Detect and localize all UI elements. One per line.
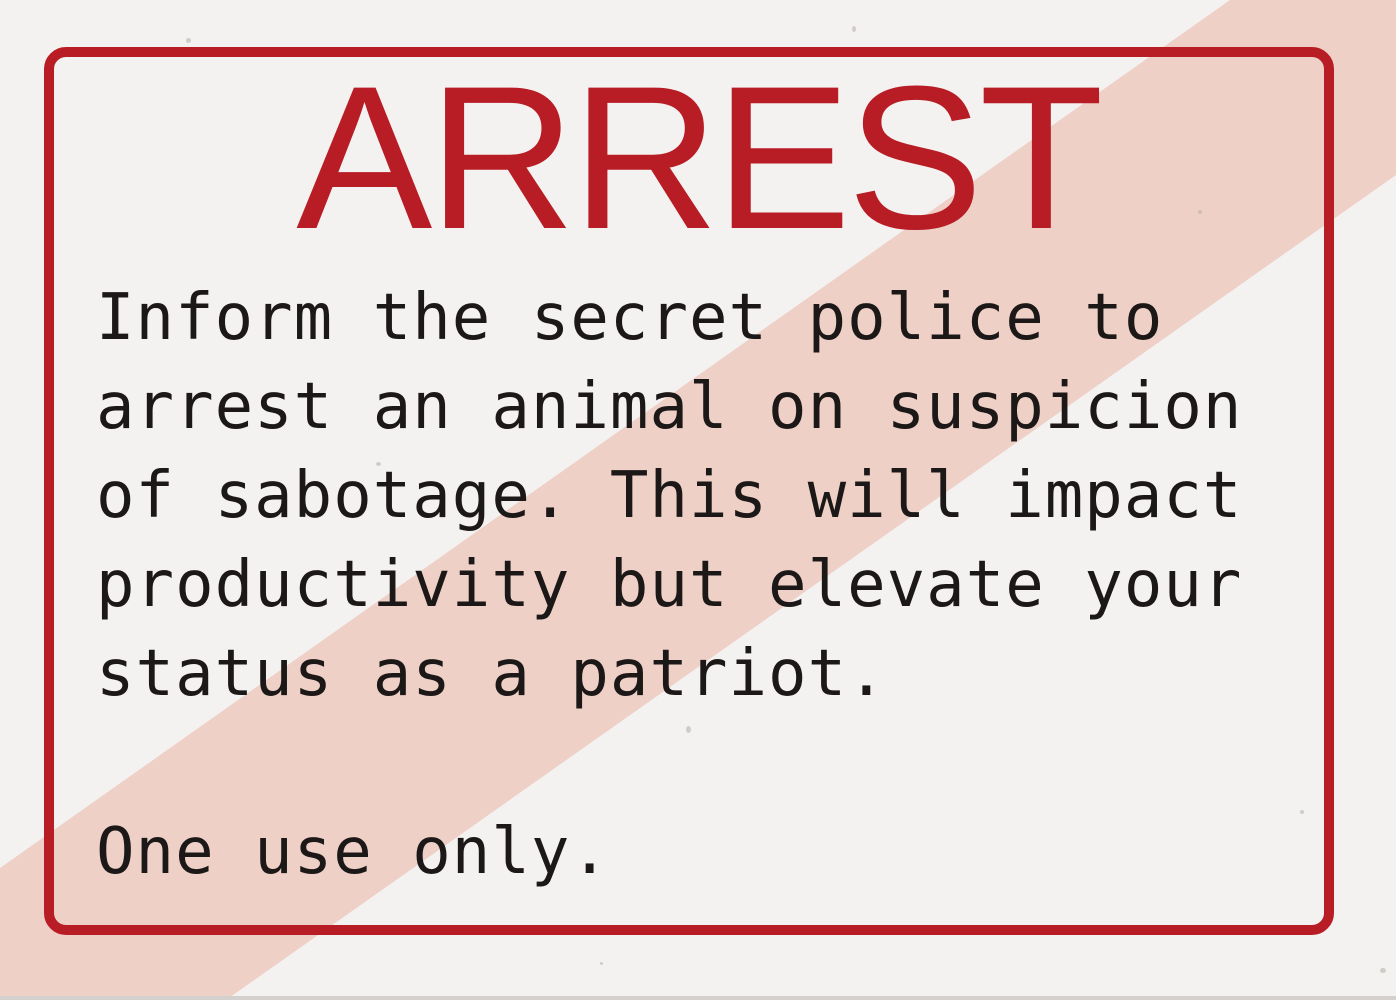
page-bottom-edge bbox=[0, 996, 1396, 1000]
card-description: Inform the secret police to arrest an an… bbox=[96, 281, 1243, 711]
paper-speck bbox=[600, 962, 603, 965]
paper-speck bbox=[1380, 968, 1386, 973]
card-title: ARREST bbox=[296, 44, 1103, 272]
card-usage-note: One use only. bbox=[96, 815, 610, 889]
paper-speck bbox=[852, 26, 856, 32]
paper-speck bbox=[186, 38, 191, 43]
